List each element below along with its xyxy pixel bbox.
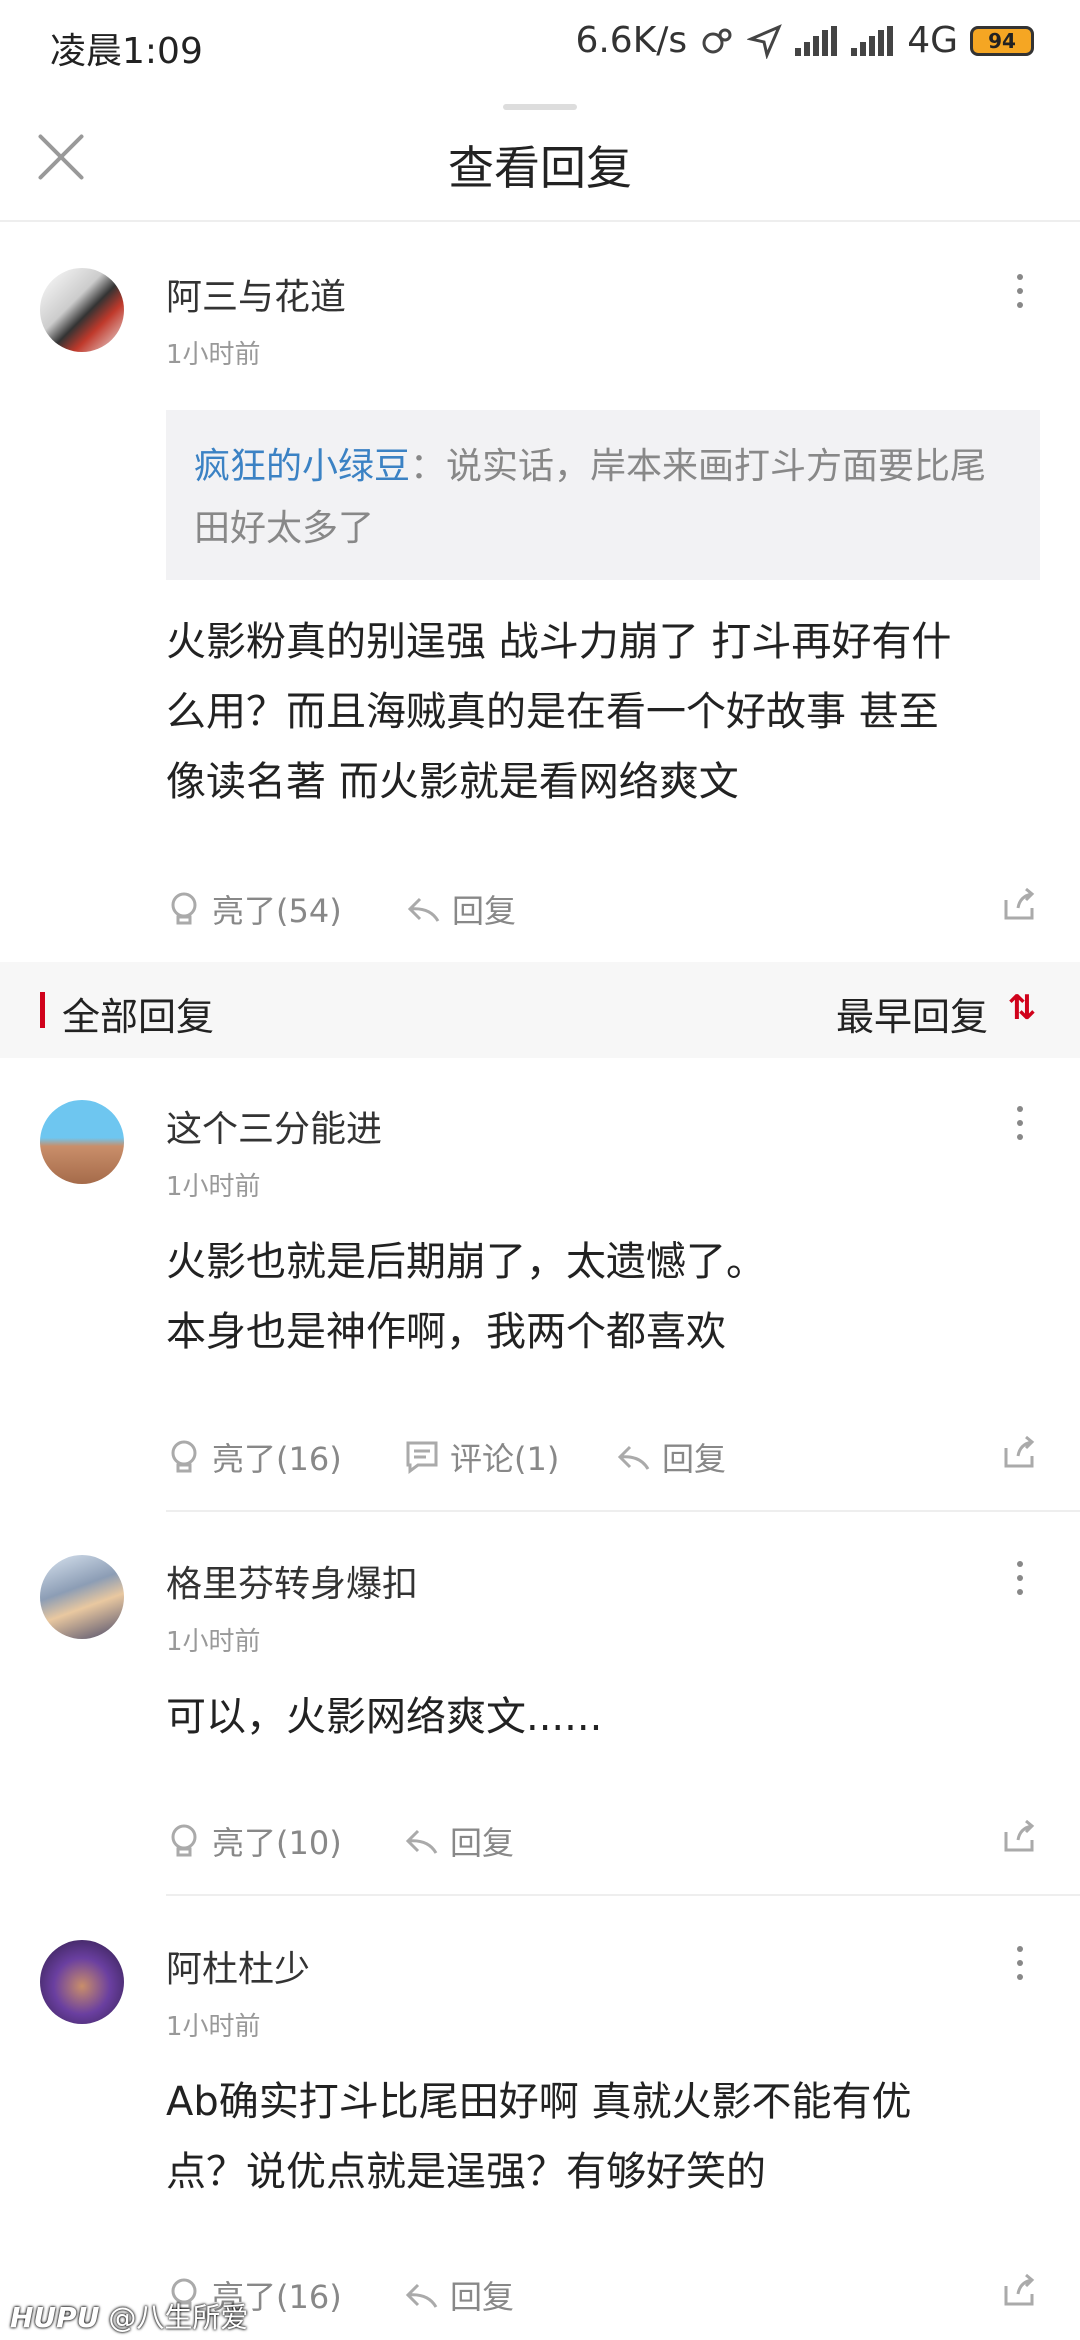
share-icon — [1004, 1819, 1035, 1852]
lightbulb-icon — [171, 892, 197, 925]
avatar[interactable] — [40, 1100, 124, 1184]
timestamp: 1小时前 — [166, 340, 261, 370]
share-button[interactable] — [1000, 2272, 1036, 2308]
timestamp: 1小时前 — [166, 1627, 261, 1657]
reply-button[interactable]: 回复 — [616, 1434, 726, 1480]
quote-author[interactable]: 疯狂的小绿豆 — [194, 446, 410, 487]
drag-handle[interactable] — [503, 104, 577, 110]
more-icon[interactable] — [1014, 274, 1026, 314]
lightbulb-icon — [171, 1440, 197, 1473]
reply-button[interactable]: 回复 — [404, 1818, 514, 1864]
share-icon — [1004, 1435, 1035, 1468]
status-time: 凌晨1:09 — [50, 31, 203, 72]
watermark: HUPU @八生所爱 — [10, 2301, 249, 2334]
avatar[interactable] — [40, 1940, 124, 2024]
section-header: 全部回复 最早回复 ⇅ — [0, 962, 1080, 1058]
comment-body: 火影也就是后期崩了，太遗憾了。 本身也是神作啊，我两个都喜欢 — [166, 1239, 766, 1355]
reply-button[interactable]: 回复 — [406, 886, 516, 932]
section-title: 全部回复 — [62, 995, 215, 1039]
reply-icon — [617, 1445, 650, 1470]
action-bar: 亮了(54) 回复 — [166, 886, 1046, 946]
share-icon — [1004, 2273, 1035, 2306]
more-icon[interactable] — [1014, 1106, 1026, 1146]
action-bar: 亮了(16) 评论(1) 回复 — [166, 1434, 1046, 1494]
network-type: 4G — [907, 20, 958, 61]
status-bar: 凌晨1:09 6.6K/s 4G 94 — [0, 0, 1080, 96]
location-icon — [747, 23, 783, 59]
share-icon — [1004, 887, 1035, 920]
sort-icon[interactable]: ⇅ — [1008, 988, 1037, 1028]
username[interactable]: 格里芬转身爆扣 — [166, 1555, 418, 1607]
reply-icon — [407, 897, 440, 922]
sort-button[interactable]: 最早回复 — [836, 986, 988, 1041]
more-icon[interactable] — [1014, 1946, 1026, 1986]
share-button[interactable] — [1000, 1818, 1036, 1854]
reply-button[interactable]: 回复 — [404, 2272, 514, 2318]
divider — [166, 1894, 1080, 1896]
timestamp: 1小时前 — [166, 2012, 261, 2042]
sync-icon — [702, 28, 732, 53]
battery-icon: 94 — [970, 25, 1034, 56]
timestamp: 1小时前 — [166, 1172, 261, 1202]
action-bar: 亮了(16) 回复 — [166, 2272, 1046, 2332]
username[interactable]: 阿三与花道 — [166, 268, 346, 320]
action-bar: 亮了(10) 回复 — [166, 1818, 1046, 1878]
header: 查看回复 — [0, 112, 1080, 222]
network-speed: 6.6K/s — [575, 20, 688, 61]
reply-icon — [405, 2283, 438, 2308]
username[interactable]: 这个三分能进 — [166, 1100, 382, 1152]
avatar[interactable] — [40, 268, 124, 352]
like-button[interactable]: 亮了(54) — [166, 886, 342, 932]
signal-icon — [851, 25, 895, 56]
more-icon[interactable] — [1014, 1561, 1026, 1601]
avatar[interactable] — [40, 1555, 124, 1639]
like-button[interactable]: 亮了(10) — [166, 1818, 342, 1864]
share-button[interactable] — [1000, 1434, 1036, 1470]
comment-button[interactable]: 评论(1) — [404, 1434, 559, 1480]
lightbulb-icon — [171, 1824, 197, 1857]
username[interactable]: 阿杜杜少 — [166, 1940, 310, 1992]
reply-icon — [405, 1829, 438, 1854]
comment-body: 可以，火影网络爽文...... — [166, 1694, 603, 1740]
page-title: 查看回复 — [448, 141, 632, 195]
comment-body: Ab确实打斗比尾田好啊 真就火影不能有优 点？说优点就是逞强？有够好笑的 — [166, 2079, 912, 2195]
signal-icon — [795, 25, 839, 56]
quoted-comment[interactable]: 疯狂的小绿豆：说实话，岸本来画打斗方面要比尾田好太多了 — [166, 410, 1040, 580]
divider — [166, 1510, 1080, 1512]
like-button[interactable]: 亮了(16) — [166, 1434, 342, 1480]
comment-icon — [406, 1441, 438, 1474]
comment-body: 火影粉真的别逞强 战斗力崩了 打斗再好有什 么用？而且海贼真的是在看一个好故事 … — [166, 619, 952, 805]
share-button[interactable] — [1000, 886, 1036, 922]
